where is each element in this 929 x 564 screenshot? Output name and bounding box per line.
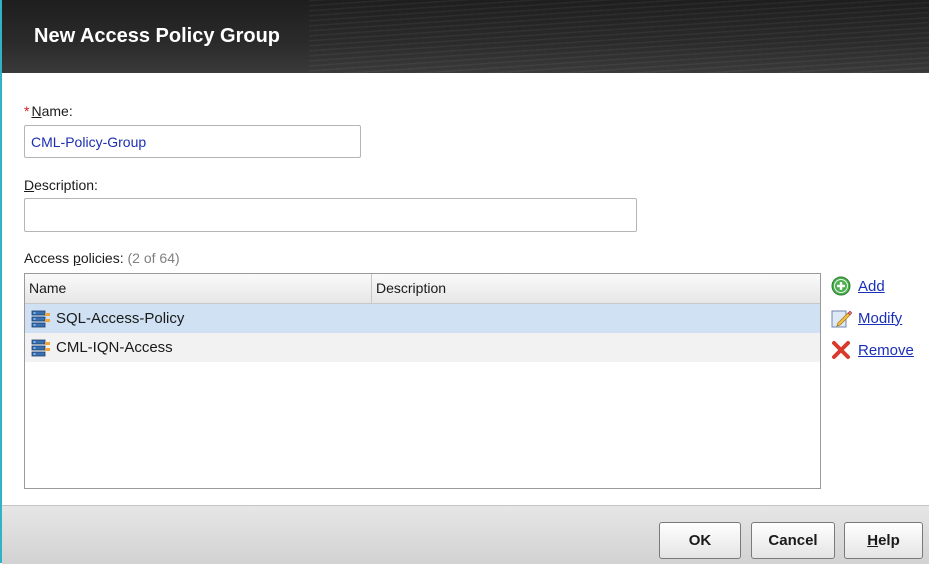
access-policies-label: Access policies: (2 of 64)	[24, 250, 180, 266]
modify-label: Modify	[858, 310, 902, 327]
modify-button[interactable]: Modify	[830, 306, 914, 330]
table-header: Name Description	[25, 274, 820, 304]
add-label: Add	[858, 278, 885, 295]
help-button[interactable]: Help	[844, 522, 923, 559]
pencil-icon	[831, 310, 852, 328]
ok-button[interactable]: OK	[659, 522, 741, 559]
description-label: Description:	[24, 177, 98, 193]
plus-circle-icon	[831, 276, 851, 296]
column-header-name[interactable]: Name	[25, 274, 372, 303]
dialog-footer: OK Cancel Help	[2, 505, 929, 564]
add-button[interactable]: Add	[830, 274, 914, 298]
name-label-mnemonic: N	[31, 103, 42, 119]
table-row[interactable]: SQL-Access-Policy	[25, 304, 820, 333]
remove-label-rest: emove	[868, 341, 914, 359]
description-input[interactable]	[24, 198, 637, 232]
policy-name-cell: CML-IQN-Access	[31, 333, 173, 362]
access-policies-count: (2 of 64)	[127, 250, 180, 266]
titlebar-decoration	[309, 0, 929, 73]
cancel-button[interactable]: Cancel	[751, 522, 835, 559]
access-policies-table[interactable]: Name Description SQL-Access-Policy CML-I…	[24, 273, 821, 489]
policy-name: SQL-Access-Policy	[56, 310, 185, 327]
access-policy-icon	[31, 339, 50, 356]
remove-button[interactable]: Remove	[830, 338, 914, 362]
name-label: * Name:	[24, 103, 73, 119]
policy-name: CML-IQN-Access	[56, 339, 173, 356]
dialog-title: New Access Policy Group	[34, 25, 281, 47]
help-mnemonic: H	[867, 532, 879, 549]
access-policy-icon	[31, 310, 50, 327]
name-input[interactable]	[24, 125, 361, 158]
table-row[interactable]: CML-IQN-Access	[25, 333, 820, 362]
description-label-text: escription:	[34, 177, 98, 193]
new-access-policy-group-dialog: New Access Policy Group *Name: Descripti…	[0, 0, 929, 564]
policy-name-cell: SQL-Access-Policy	[31, 304, 184, 333]
name-label-text: ame:	[41, 103, 73, 119]
column-header-description[interactable]: Description	[372, 274, 820, 303]
policy-actions: Add Modify Remove	[830, 274, 914, 370]
add-mnemonic: A	[858, 277, 869, 295]
add-label-rest: dd	[868, 277, 885, 295]
access-policies-label-prefix: Access	[24, 250, 74, 266]
dialog-titlebar: New Access Policy Group	[2, 0, 929, 73]
access-policies-label-mnemonic: p	[73, 250, 81, 266]
modify-mnemonic: M	[858, 309, 871, 327]
red-x-icon	[832, 341, 850, 359]
description-label-mnemonic: D	[24, 177, 35, 193]
access-policies-label-text: olicies:	[80, 250, 124, 266]
remove-label: Remove	[858, 342, 914, 359]
required-marker: *	[24, 103, 30, 119]
help-label-rest: elp	[878, 532, 900, 549]
remove-mnemonic: R	[858, 341, 869, 359]
modify-label-rest: odify	[870, 309, 903, 327]
